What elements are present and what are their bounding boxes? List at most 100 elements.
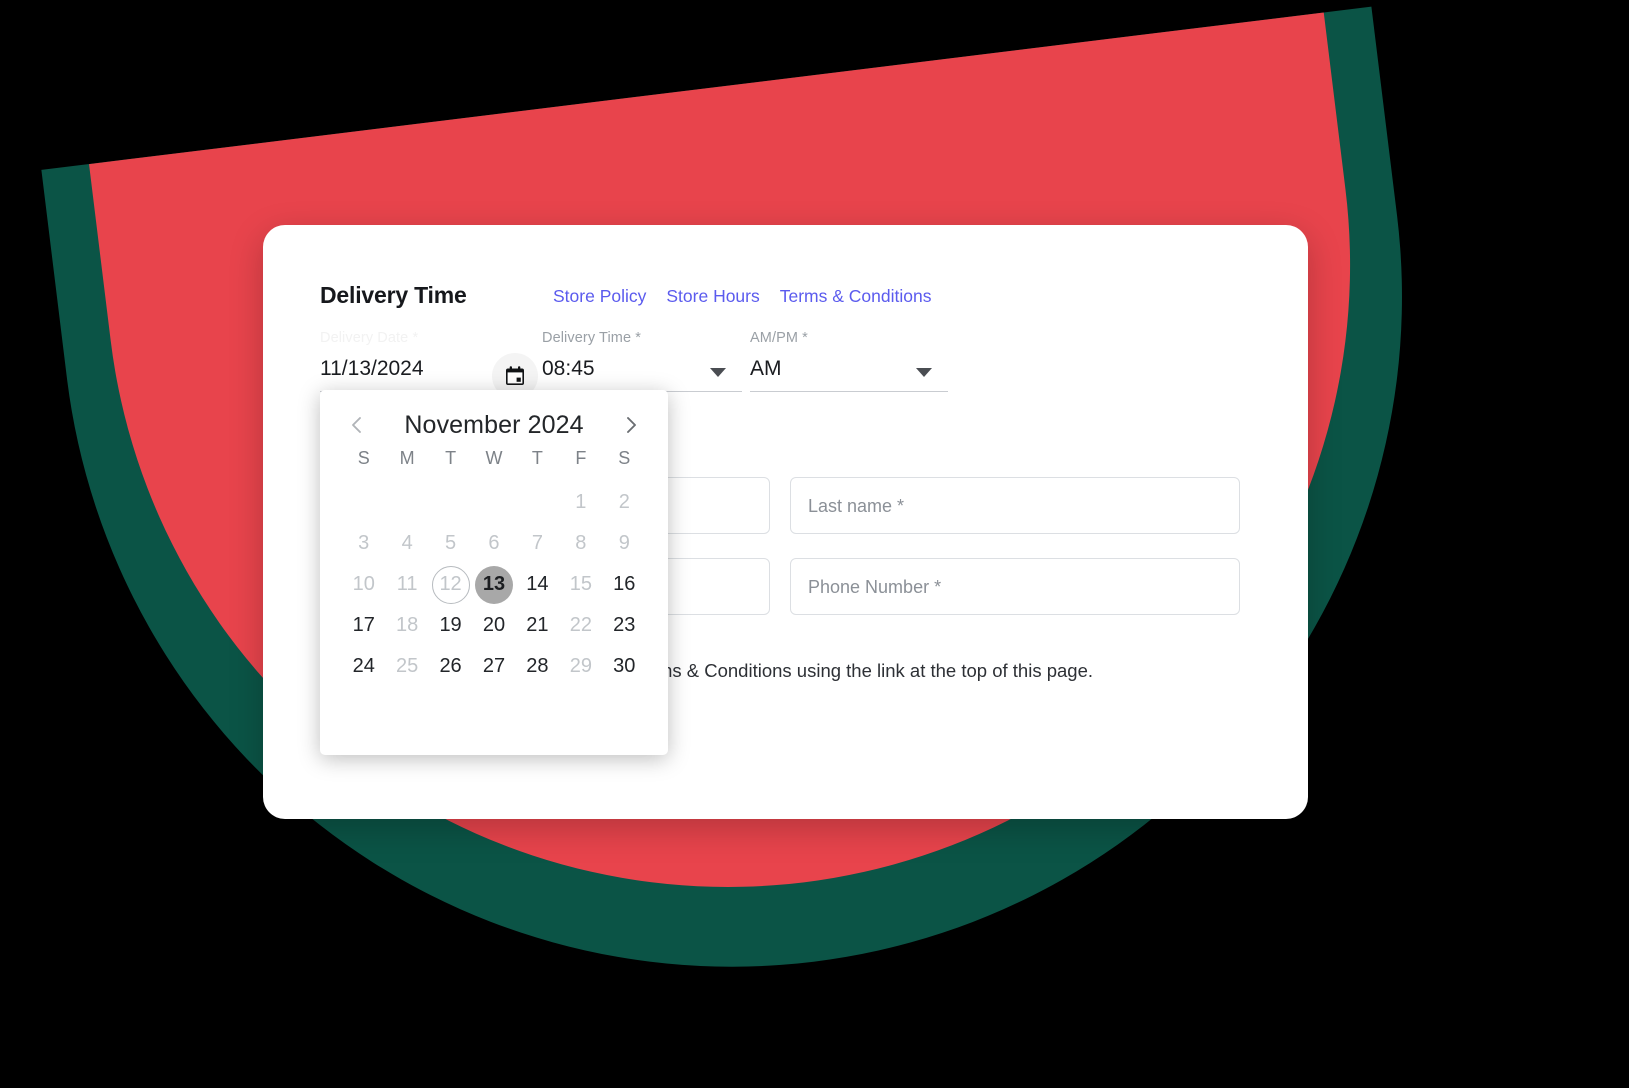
calendar-day-label: 17 [352,614,375,636]
date-picker-popup: November 2024 SMTWTFS 1 2 3 4 5 6 7 8 9 10 11 12 13 1… [320,390,668,755]
calendar-weekday-1: M [399,448,415,468]
calendar-day-20[interactable]: 20 [472,605,515,646]
calendar-day-label: 7 [531,532,543,554]
calendar-weekday-6: S [618,448,631,468]
calendar-day-label: 11 [396,573,418,595]
calendar-day-label: 30 [613,655,636,677]
calendar-day-label: 9 [618,532,630,554]
calendar-weekday-2: T [445,448,457,468]
calendar-day-1: 1 [559,482,602,523]
calendar-day-23[interactable]: 23 [603,605,646,646]
calendar-day-19[interactable]: 19 [429,605,472,646]
calendar-day-10: 10 [342,564,385,605]
calendar-weekday-3: W [485,448,503,468]
delivery-date-value: 11/13/2024 [320,357,424,380]
page-title: Delivery Time [320,282,467,308]
delivery-date-field[interactable]: Delivery Date * 11/13/2024 [320,330,538,399]
calendar-day-label: 10 [352,573,375,595]
calendar-weekday-4: T [531,448,543,468]
calendar-day-5: 5 [429,523,472,564]
calendar-day-24[interactable]: 24 [342,646,385,687]
calendar-day-26[interactable]: 26 [429,646,472,687]
delivery-time-value: 08:45 [542,357,595,380]
calendar-day-label: 1 [575,491,587,513]
calendar-day-11: 11 [385,564,428,605]
calendar-day-label: 29 [569,655,592,677]
chevron-right-icon[interactable] [618,412,644,438]
calendar-day-blank [385,482,428,523]
calendar-day-label: 25 [396,655,419,677]
calendar-day-label: 5 [445,532,457,554]
phone-number-placeholder: Phone Number * [808,577,942,597]
calendar-day-25: 25 [385,646,428,687]
calendar-day-label: 28 [526,655,549,677]
calendar-day-label: 13 [474,565,513,604]
calendar-day-9: 9 [603,523,646,564]
chevron-left-icon[interactable] [344,412,370,438]
link-terms-conditions[interactable]: Terms & Conditions [780,286,932,307]
calendar-day-22: 22 [559,605,602,646]
calendar-day-12: 12 [429,564,472,605]
calendar-day-2: 2 [603,482,646,523]
calendar-day-label: 3 [358,532,370,554]
calendar-day-4: 4 [385,523,428,564]
calendar-day-label: 26 [439,655,462,677]
calendar-day-18: 18 [385,605,428,646]
am-pm-label: AM/PM * [750,330,808,346]
calendar-day-3: 3 [342,523,385,564]
am-pm-value: AM [750,357,782,380]
calendar-day-blank [342,482,385,523]
calendar-day-27[interactable]: 27 [472,646,515,687]
chevron-down-icon-am-pm[interactable] [916,368,932,377]
calendar-day-16[interactable]: 16 [603,564,646,605]
calendar-day-29: 29 [559,646,602,687]
calendar-day-17[interactable]: 17 [342,605,385,646]
calendar-day-label: 16 [613,573,636,595]
calendar-day-14[interactable]: 14 [516,564,559,605]
link-store-policy[interactable]: Store Policy [553,286,646,307]
am-pm-field[interactable]: AM/PM * AM [750,330,950,392]
calendar-day-label: 6 [488,532,500,554]
phone-number-input[interactable]: Phone Number * [790,558,1240,615]
calendar-day-label: 27 [482,655,506,677]
calendar-day-label: 12 [431,565,470,604]
calendar-day-6: 6 [472,523,515,564]
calendar-weekday-5: F [575,448,587,468]
calendar-day-7: 7 [516,523,559,564]
screen-root: Delivery Time Store Policy Store Hours T… [0,0,1629,1088]
calendar-month-title: November 2024 [404,410,584,439]
calendar-day-label: 14 [526,573,549,595]
delivery-date-label: Delivery Date * [320,330,419,346]
calendar-day-label: 22 [569,614,592,636]
calendar-day-28[interactable]: 28 [516,646,559,687]
am-pm-underline [750,391,948,392]
calendar-day-blank [516,482,559,523]
chevron-down-icon-delivery-time[interactable] [710,368,726,377]
policy-links: Store Policy Store Hours Terms & Conditi… [553,286,931,307]
calendar-day-30[interactable]: 30 [603,646,646,687]
calendar-day-label: 8 [575,532,587,554]
calendar-day-13[interactable]: 13 [472,564,515,605]
calendar-day-label: 20 [482,614,506,636]
calendar-days-grid: 1 2 3 4 5 6 7 8 9 10 11 12 13 14 15 16 17 18 19 20 21 22 23 24 2… [342,482,646,687]
calendar-day-label: 18 [396,614,419,636]
calendar-day-21[interactable]: 21 [516,605,559,646]
calendar-day-blank [429,482,472,523]
calendar-weekday-0: S [357,448,370,468]
calendar-day-blank [472,482,515,523]
calendar-day-15: 15 [559,564,602,605]
last-name-input[interactable]: Last name * [790,477,1240,534]
calendar-day-8: 8 [559,523,602,564]
calendar-day-label: 4 [401,532,413,554]
delivery-time-label: Delivery Time * [542,330,641,346]
link-store-hours[interactable]: Store Hours [666,286,759,307]
calendar-icon [506,366,524,385]
calendar-weekday-header: SMTWTFS [342,448,646,469]
calendar-day-label: 24 [352,655,375,677]
last-name-placeholder: Last name * [808,496,905,516]
delivery-fields-row: Delivery Date * 11/13/2024 Delivery Time… [320,330,1250,399]
calendar-day-label: 23 [613,614,636,636]
calendar-day-label: 21 [526,614,549,636]
delivery-time-field[interactable]: Delivery Time * 08:45 [542,330,747,392]
calendar-day-label: 2 [618,491,630,513]
